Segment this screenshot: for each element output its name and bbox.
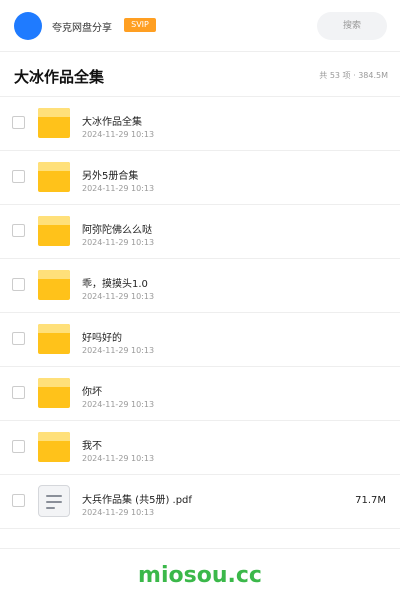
list-item[interactable]: 大冰作品全集 2024-11-29 10:13 — [0, 97, 400, 151]
svip-badge: SVIP — [124, 18, 156, 32]
document-line-icon — [46, 495, 62, 497]
item-name: 另外5册合集 — [82, 171, 139, 182]
item-name: 大冰作品全集 — [82, 117, 142, 128]
document-line-icon — [46, 501, 62, 503]
folder-icon — [38, 378, 70, 408]
checkbox[interactable] — [12, 494, 25, 507]
item-date: 2024-11-29 10:13 — [82, 238, 155, 247]
top-bar: 夸克网盘分享 SVIP 搜索 — [0, 0, 400, 52]
item-name: 阿弥陀佛么么哒 — [82, 225, 152, 236]
list-item[interactable]: 我不 2024-11-29 10:13 — [0, 421, 400, 475]
footer: miosou.cc — [0, 548, 400, 600]
checkbox[interactable] — [12, 224, 25, 237]
folder-meta: 共 53 项 · 384.5M — [319, 71, 388, 80]
list-item[interactable]: 好吗好的 2024-11-29 10:13 — [0, 313, 400, 367]
brand-label: 夸克网盘分享 — [52, 23, 112, 34]
item-date: 2024-11-29 10:13 — [82, 130, 155, 139]
folder-icon — [38, 324, 70, 354]
list-item[interactable]: 乖，摸摸头1.0 2024-11-29 10:13 — [0, 259, 400, 313]
checkbox[interactable] — [12, 386, 25, 399]
checkbox[interactable] — [12, 170, 25, 183]
pdf-file-icon — [38, 485, 70, 517]
list-item[interactable]: 另外5册合集 2024-11-29 10:13 — [0, 151, 400, 205]
item-date: 2024-11-29 10:13 — [82, 508, 155, 517]
item-name: 好吗好的 — [82, 333, 122, 344]
folder-icon — [38, 270, 70, 300]
file-size: 71.7M — [355, 495, 386, 506]
site-watermark: miosou.cc — [138, 563, 262, 588]
page-title: 大冰作品全集 — [14, 68, 105, 86]
checkbox[interactable] — [12, 116, 25, 129]
checkbox[interactable] — [12, 440, 25, 453]
list-item[interactable]: 你坏 2024-11-29 10:13 — [0, 367, 400, 421]
file-list: 大冰作品全集 2024-11-29 10:13 另外5册合集 2024-11-2… — [0, 97, 400, 529]
item-name: 我不 — [82, 441, 102, 452]
avatar[interactable] — [14, 12, 42, 40]
checkbox[interactable] — [12, 332, 25, 345]
item-name: 你坏 — [82, 387, 102, 398]
list-item[interactable]: 阿弥陀佛么么哒 2024-11-29 10:13 — [0, 205, 400, 259]
folder-icon — [38, 162, 70, 192]
folder-title-bar: 大冰作品全集 共 53 项 · 384.5M — [0, 53, 400, 97]
folder-icon — [38, 432, 70, 462]
folder-icon — [38, 108, 70, 138]
folder-icon — [38, 216, 70, 246]
item-date: 2024-11-29 10:13 — [82, 346, 155, 355]
checkbox[interactable] — [12, 278, 25, 291]
list-item[interactable]: 大兵作品集 (共5册) .pdf 2024-11-29 10:13 71.7M — [0, 475, 400, 529]
item-date: 2024-11-29 10:13 — [82, 292, 155, 301]
item-date: 2024-11-29 10:13 — [82, 184, 155, 193]
item-date: 2024-11-29 10:13 — [82, 454, 155, 463]
search-input[interactable]: 搜索 — [317, 12, 387, 40]
item-date: 2024-11-29 10:13 — [82, 400, 155, 409]
document-line-icon — [46, 507, 55, 509]
item-name: 乖，摸摸头1.0 — [82, 279, 148, 290]
item-name: 大兵作品集 (共5册) .pdf — [82, 495, 192, 506]
